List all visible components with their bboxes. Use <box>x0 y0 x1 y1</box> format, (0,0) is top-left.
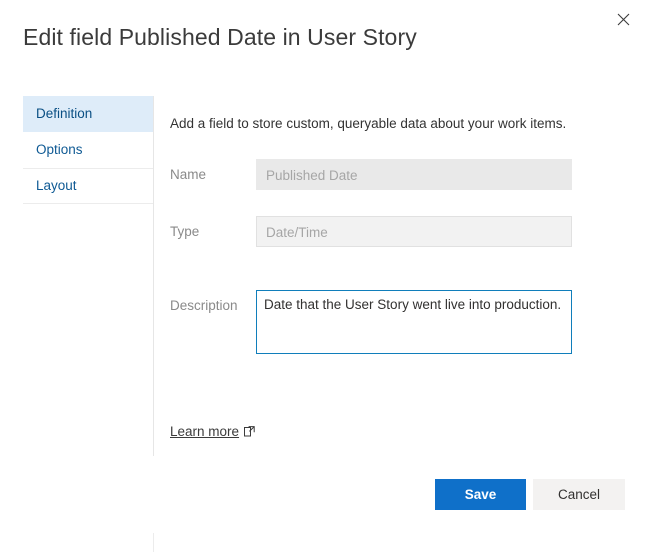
name-input[interactable]: Published Date <box>256 159 572 190</box>
name-label: Name <box>170 167 207 182</box>
tab-options-label: Options <box>36 142 83 157</box>
tab-options[interactable]: Options <box>23 132 153 168</box>
external-link-icon <box>244 426 255 437</box>
dialog-title: Edit field Published Date in User Story <box>23 24 417 50</box>
name-control: Published Date <box>256 159 572 190</box>
description-input[interactable] <box>256 290 572 354</box>
dialog-body: Definition Options Layout Add a field to… <box>0 96 648 456</box>
cancel-button[interactable]: Cancel <box>533 479 625 510</box>
type-input[interactable]: Date/Time <box>256 216 572 247</box>
learn-more-link[interactable]: Learn more <box>170 424 255 439</box>
type-label: Type <box>170 224 200 239</box>
tab-layout-label: Layout <box>36 178 77 193</box>
pivot-rail: Definition Options Layout <box>23 96 153 204</box>
pivot-divider <box>153 96 154 456</box>
description-control <box>256 290 572 359</box>
tab-definition[interactable]: Definition <box>23 96 153 132</box>
close-icon <box>617 13 630 26</box>
dialog-footer: Save Cancel <box>0 479 648 510</box>
learn-more-label: Learn more <box>170 424 240 439</box>
tab-layout[interactable]: Layout <box>23 168 153 204</box>
pane-intro-text: Add a field to store custom, queryable d… <box>170 116 567 131</box>
description-label: Description <box>170 298 238 313</box>
close-dialog-button[interactable] <box>608 4 638 34</box>
tab-definition-label: Definition <box>36 106 93 121</box>
pivot-divider-lower <box>153 533 154 552</box>
type-control: Date/Time <box>256 216 572 247</box>
save-button[interactable]: Save <box>435 479 526 510</box>
